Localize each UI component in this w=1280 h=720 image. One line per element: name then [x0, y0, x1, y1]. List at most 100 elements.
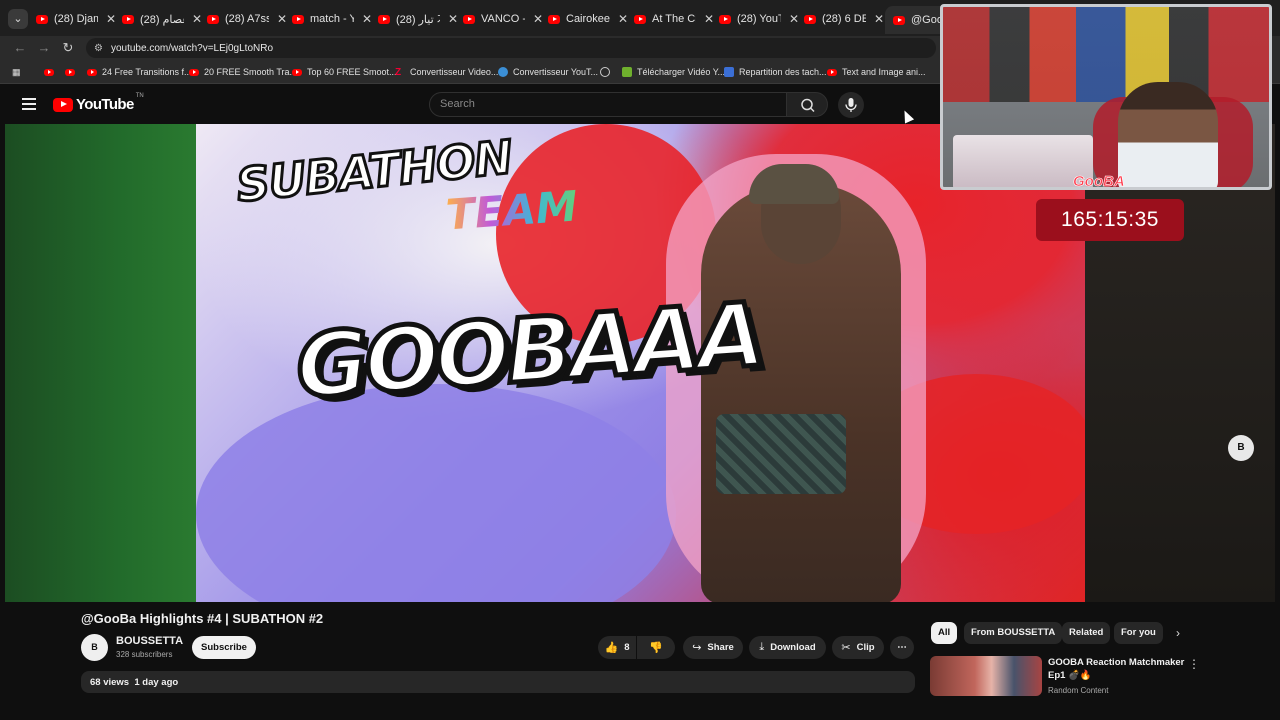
youtube-favicon-icon: [292, 14, 304, 24]
channel-name[interactable]: BOUSSETTA: [116, 635, 183, 647]
browser-tab[interactable]: (28) عصام✕: [122, 8, 202, 30]
search-button[interactable]: [786, 92, 828, 117]
download-icon: ⤓: [759, 641, 765, 653]
bookmark-item[interactable]: Repartition des tach...: [724, 65, 827, 79]
close-tab-icon[interactable]: ✕: [533, 12, 543, 26]
bookmark-item[interactable]: 20 FREE Smooth Tra...: [189, 65, 297, 79]
channel-watermark-icon[interactable]: B: [1228, 435, 1254, 461]
bookmark-item[interactable]: [44, 65, 59, 79]
youtube-favicon-icon: [207, 14, 219, 24]
purple-splash: [196, 384, 676, 602]
url-text: youtube.com/watch?v=LEj0gLtoNRo: [110, 42, 274, 54]
recommended-video-thumbnail[interactable]: [930, 656, 1042, 696]
bookmark-item[interactable]: 24 Free Transitions f...: [87, 65, 192, 79]
apps-grid-icon[interactable]: ▦: [12, 65, 21, 79]
convert-icon: [498, 67, 508, 77]
download-button[interactable]: ⤓ Download: [749, 636, 826, 659]
close-tab-icon[interactable]: ✕: [448, 12, 458, 26]
youtube-favicon-icon: [122, 14, 134, 24]
close-tab-icon[interactable]: ✕: [106, 12, 116, 26]
search-input[interactable]: Search: [429, 92, 787, 117]
clip-button[interactable]: ✂ Clip: [832, 636, 884, 659]
bookmark-item[interactable]: Top 60 FREE Smoot...: [292, 65, 397, 79]
tab-search-dropdown-icon[interactable]: ⌄: [8, 9, 28, 29]
browser-tab[interactable]: (28) 6 DEM✕: [804, 8, 884, 30]
back-icon[interactable]: ←: [12, 40, 28, 56]
youtube-favicon-icon: [65, 68, 75, 76]
thumbs-up-icon: 👍: [604, 642, 619, 654]
view-count: 68 views: [90, 677, 130, 688]
youtube-favicon-icon: [548, 14, 560, 24]
share-button[interactable]: ↪ Share: [683, 636, 743, 659]
chip-for-you[interactable]: For you: [1114, 622, 1163, 644]
chip-from-channel[interactable]: From BOUSSETTA: [964, 622, 1063, 644]
microphone-icon: [845, 98, 857, 112]
video-description[interactable]: 68 views 1 day ago: [81, 671, 915, 693]
youtube-play-icon: [53, 97, 73, 112]
youtube-logo[interactable]: YouTube TN: [53, 93, 144, 113]
bookmark-item[interactable]: [65, 65, 80, 79]
menu-icon[interactable]: [22, 98, 36, 110]
video-title: @GooBa Highlights #4 | SUBATHON #2: [81, 611, 324, 626]
upload-age: 1 day ago: [134, 677, 179, 688]
video-background-left: [5, 124, 196, 602]
chip-all[interactable]: All: [931, 622, 958, 644]
recommended-video-channel[interactable]: Random Content: [1048, 686, 1108, 695]
video-frame: SUBATHON TEAM GOOBAAA: [196, 124, 1085, 602]
youtube-favicon-icon: [378, 14, 390, 24]
address-bar[interactable]: ⚙ youtube.com/watch?v=LEj0gLtoNRo: [86, 38, 936, 58]
globe-icon: [600, 67, 610, 77]
site-info-icon[interactable]: ⚙: [94, 43, 103, 54]
dislike-button[interactable]: 👎: [637, 636, 675, 659]
youtube-favicon-icon: [719, 14, 731, 24]
thumbs-down-icon: 👎: [649, 642, 663, 654]
browser-tab[interactable]: (28) YouTu✕: [719, 8, 799, 30]
channel-avatar[interactable]: B: [81, 634, 108, 661]
browser-tab[interactable]: At The Cir✕: [634, 8, 714, 30]
bookmark-item[interactable]: Text and Image ani...: [827, 65, 926, 79]
recommended-video-title[interactable]: GOOBA Reaction Matchmaker Ep1 💣🔥: [1048, 656, 1188, 682]
close-tab-icon[interactable]: ✕: [362, 12, 372, 26]
bookmark-item[interactable]: Télécharger Vidéo Y...: [622, 65, 725, 79]
youtube-favicon-icon: [893, 15, 905, 25]
subscribe-button[interactable]: Subscribe: [192, 636, 256, 659]
bookmark-item[interactable]: Z Convertisseur Video...: [395, 65, 498, 79]
youtube-favicon-icon: [463, 14, 475, 24]
webcam-bed: [953, 135, 1093, 187]
browser-tab[interactable]: Cairokee ✕: [548, 8, 628, 30]
scissors-icon: ✂: [841, 642, 851, 654]
voice-search-button[interactable]: [838, 92, 864, 118]
more-vertical-icon[interactable]: ⋮: [1188, 657, 1200, 671]
youtube-favicon-icon: [804, 14, 816, 24]
streamer: [1118, 82, 1218, 187]
youtube-favicon-icon: [36, 14, 48, 24]
bookmark-item[interactable]: [600, 65, 615, 79]
chip-related[interactable]: Related: [1062, 622, 1111, 644]
youtube-favicon-icon: [189, 68, 199, 76]
bookmark-item[interactable]: Convertisseur YouT...: [498, 65, 598, 79]
video-background-right: [1085, 124, 1275, 602]
youtube-favicon-icon: [634, 14, 646, 24]
close-tab-icon[interactable]: ✕: [618, 12, 628, 26]
figure-shorts: [716, 414, 846, 494]
forward-icon[interactable]: →: [36, 40, 52, 56]
more-actions-button[interactable]: ⋯: [890, 636, 914, 659]
browser-tab[interactable]: (28) A7ss ✕: [207, 8, 287, 30]
overlay-title-team: TEAM: [444, 181, 580, 240]
subscriber-count: 328 subscribers: [116, 650, 173, 659]
browser-tab[interactable]: VANCO - I✕: [463, 8, 543, 30]
chevron-right-icon[interactable]: ›: [1176, 626, 1180, 640]
video-player[interactable]: SUBATHON TEAM GOOBAAA: [5, 124, 1275, 602]
close-tab-icon[interactable]: ✕: [192, 12, 202, 26]
browser-tab[interactable]: match - Yo✕: [292, 8, 372, 30]
close-tab-icon[interactable]: ✕: [277, 12, 287, 26]
close-tab-icon[interactable]: ✕: [789, 12, 799, 26]
close-tab-icon[interactable]: ✕: [874, 12, 884, 26]
reload-icon[interactable]: ↻: [60, 40, 76, 56]
browser-tab[interactable]: (28) Djam ✕: [36, 8, 116, 30]
browser-tab[interactable]: (28) تيار 기✕: [378, 8, 458, 30]
webcam-name-label: GooBA: [1073, 173, 1125, 190]
figure-cap: [749, 164, 839, 204]
close-tab-icon[interactable]: ✕: [704, 12, 714, 26]
like-button[interactable]: 👍 8: [598, 636, 636, 659]
